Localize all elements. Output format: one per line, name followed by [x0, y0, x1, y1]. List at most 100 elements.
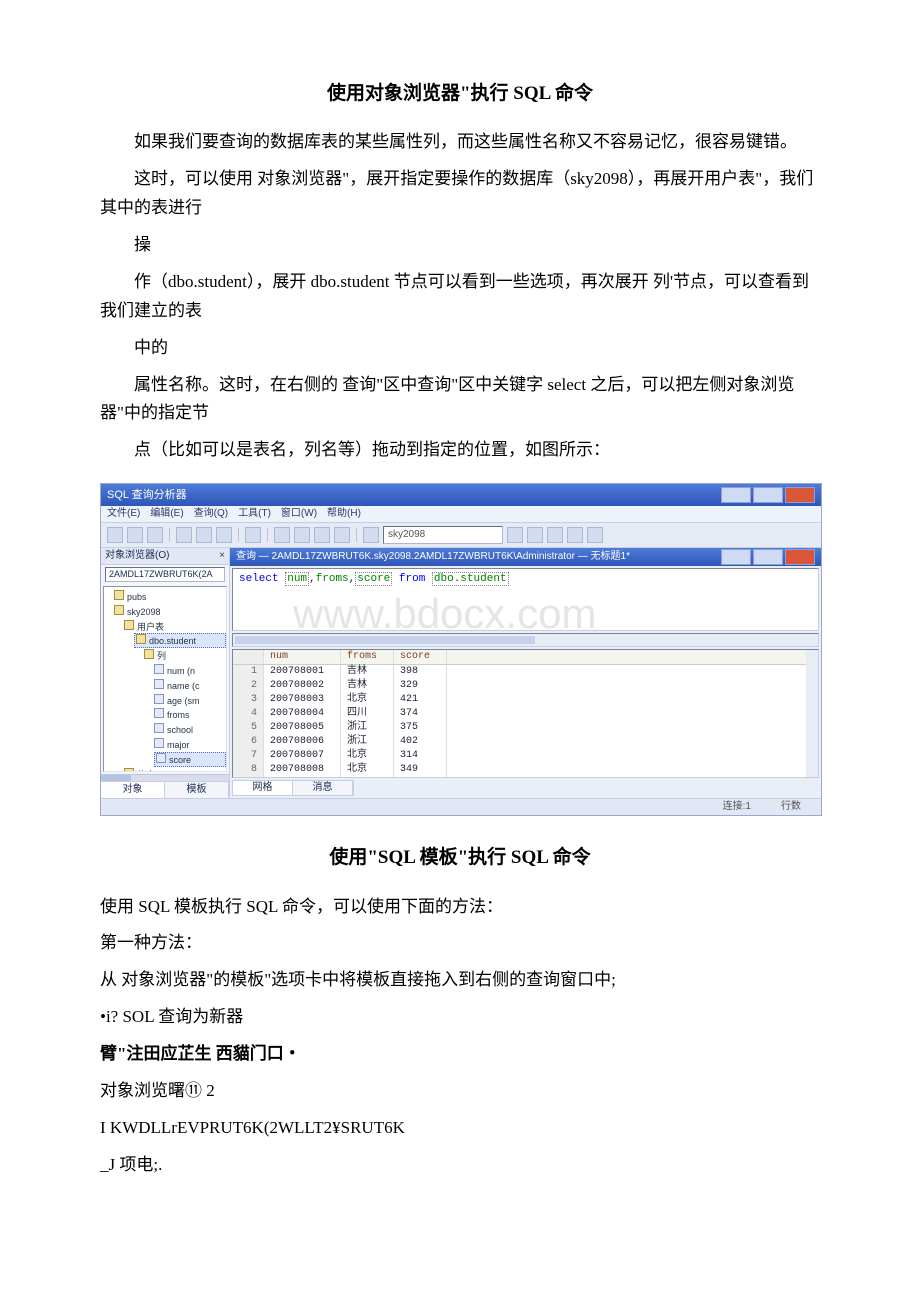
tree-scrollbar[interactable]: [101, 774, 229, 781]
toolbar: sky2098: [101, 523, 821, 548]
cut-icon[interactable]: [176, 527, 192, 543]
menu-tools[interactable]: 工具(T): [238, 508, 271, 520]
tree-column[interactable]: froms: [154, 707, 226, 722]
window-icon[interactable]: [567, 527, 583, 543]
text-icon[interactable]: [527, 527, 543, 543]
paste-icon[interactable]: [216, 527, 232, 543]
document-title: 查询 — 2AMDL17ZWBRUT6K.sky2098.2AMDL17ZWBR…: [236, 551, 630, 563]
tree-column[interactable]: age (sm: [154, 693, 226, 708]
para-4: 作（dbo.student），展开 dbo.student 节点可以看到一些选项…: [100, 268, 820, 326]
editor-pane: 查询 — 2AMDL17ZWBRUT6K.sky2098.2AMDL17ZWBR…: [230, 548, 821, 798]
object-tree[interactable]: pubs sky2098 用户表 dbo.student 列 num (n: [103, 586, 227, 772]
tree-node-db[interactable]: sky2098: [114, 604, 226, 619]
save-icon[interactable]: [127, 527, 143, 543]
database-select[interactable]: sky2098: [383, 526, 503, 544]
object-browser-title: 对象浏览器(O): [105, 550, 169, 562]
para-14: I KWDLLrEVPRUT6K(2WLLT2¥SRUT6K: [100, 1114, 820, 1143]
doc-maximize-icon[interactable]: [753, 549, 783, 565]
undo-icon[interactable]: [245, 527, 261, 543]
execute-icon[interactable]: [274, 527, 290, 543]
tree-node-table[interactable]: dbo.student: [134, 633, 226, 648]
editor-scrollbar[interactable]: [232, 633, 819, 647]
para-10: 从 对象浏览器"的模板"选项卡中将模板直接拖入到右侧的查询窗口中;: [100, 966, 820, 995]
table-row[interactable]: 7200708007北京314: [233, 749, 806, 763]
copy-icon[interactable]: [196, 527, 212, 543]
connection-select[interactable]: 2AMDL17ZWBRUT6K(2A: [105, 567, 225, 582]
close-pane-icon[interactable]: ×: [219, 550, 225, 562]
para-3: 操: [100, 231, 820, 260]
menu-window[interactable]: 窗口(W): [281, 508, 317, 520]
grid-icon[interactable]: [507, 527, 523, 543]
object-browser-tabs: 对象 模板: [101, 781, 229, 798]
para-11: •i? SOL 查询为新器: [100, 1003, 820, 1032]
tree-column[interactable]: school: [154, 722, 226, 737]
sql-text[interactable]: select num,froms,score from dbo.student: [233, 569, 818, 590]
window-title: SQL 查询分析器: [107, 489, 187, 502]
table-row[interactable]: 4200708004四川374: [233, 707, 806, 721]
menu-help[interactable]: 帮助(H): [327, 508, 361, 520]
menubar[interactable]: 文件(E) 编辑(E) 查询(Q) 工具(T) 窗口(W) 帮助(H): [101, 506, 821, 523]
toolbar-separator: [356, 528, 357, 542]
tree-column[interactable]: num (n: [154, 663, 226, 678]
sql-editor[interactable]: select num,froms,score from dbo.student …: [232, 568, 819, 631]
doc-minimize-icon[interactable]: [721, 549, 751, 565]
folder-icon[interactable]: [147, 527, 163, 543]
close-icon[interactable]: [785, 487, 815, 503]
check-icon[interactable]: [314, 527, 330, 543]
maximize-icon[interactable]: [753, 487, 783, 503]
table-row[interactable]: 5200708005浙江375: [233, 721, 806, 735]
open-icon[interactable]: [107, 527, 123, 543]
document-titlebar[interactable]: 查询 — 2AMDL17ZWBRUT6K.sky2098.2AMDL17ZWBR…: [230, 548, 821, 566]
para-6: 属性名称。这时，在右侧的 查询"区中查询"区中关键字 select 之后，可以把…: [100, 371, 820, 429]
table-row[interactable]: 1200708001吉林398: [233, 665, 806, 679]
heading-sql-template: 使用"SQL 模板"执行 SQL 命令: [100, 842, 820, 874]
table-row[interactable]: 3200708003北京421: [233, 693, 806, 707]
tree-column[interactable]: major: [154, 737, 226, 752]
status-connections: 连接:1: [723, 801, 751, 813]
stop-icon[interactable]: [294, 527, 310, 543]
col-header[interactable]: froms: [341, 650, 394, 664]
tab-grid[interactable]: 网格: [233, 781, 293, 795]
results-tabs: 网格 消息: [232, 780, 354, 796]
db-icon[interactable]: [363, 527, 379, 543]
para-1: 如果我们要查询的数据库表的某些属性列，而这些属性名称又不容易记忆，很容易键错。: [100, 128, 820, 157]
object-browser-pane: 对象浏览器(O) × 2AMDL17ZWBRUT6K(2A pubs sky20…: [101, 548, 230, 798]
para-9: 第一种方法：: [100, 929, 820, 958]
tree-node-usertables[interactable]: 用户表: [124, 619, 226, 634]
window-titlebar[interactable]: SQL 查询分析器: [101, 484, 821, 506]
menu-file[interactable]: 文件(E): [107, 508, 140, 520]
help-icon[interactable]: [587, 527, 603, 543]
para-8: 使用 SQL 模板执行 SQL 命令，可以使用下面的方法：: [100, 893, 820, 922]
tree-column[interactable]: score: [154, 752, 226, 767]
config-icon[interactable]: [547, 527, 563, 543]
para-7: 点（比如可以是表名，列名等）拖动到指定的位置，如图所示：: [100, 436, 820, 465]
menu-query[interactable]: 查询(Q): [194, 508, 228, 520]
toolbar-separator: [238, 528, 239, 542]
results-scrollbar[interactable]: [806, 650, 818, 777]
tree-column[interactable]: name (c: [154, 678, 226, 693]
tree-node-db[interactable]: pubs: [114, 589, 226, 604]
tab-objects[interactable]: 对象: [101, 782, 165, 798]
table-row[interactable]: 6200708006浙江402: [233, 735, 806, 749]
col-header[interactable]: score: [394, 650, 447, 664]
para-2: 这时，可以使用 对象浏览器"，展开指定要操作的数据库（sky2098），再展开用…: [100, 165, 820, 223]
table-row[interactable]: 8200708008北京349: [233, 763, 806, 777]
play-icon[interactable]: [334, 527, 350, 543]
grid-header: num froms score: [233, 650, 806, 665]
minimize-icon[interactable]: [721, 487, 751, 503]
tab-templates[interactable]: 模板: [165, 782, 229, 798]
para-5: 中的: [100, 334, 820, 363]
client-area: 对象浏览器(O) × 2AMDL17ZWBRUT6K(2A pubs sky20…: [101, 548, 821, 798]
doc-close-icon[interactable]: [785, 549, 815, 565]
menu-edit[interactable]: 编辑(E): [150, 508, 183, 520]
statusbar: 连接:1 行数: [101, 798, 821, 815]
grid[interactable]: num froms score 1200708001吉林398220070800…: [233, 650, 806, 777]
tree-node[interactable]: 约束: [124, 767, 226, 773]
para-13: 对象浏览曙⑪ 2: [100, 1077, 820, 1106]
col-header[interactable]: num: [264, 650, 341, 664]
document-page: 使用对象浏览器"执行 SQL 命令 如果我们要查询的数据库表的某些属性列，而这些…: [0, 0, 920, 1228]
table-row[interactable]: 2200708002吉林329: [233, 679, 806, 693]
tree-node-columns[interactable]: 列: [144, 648, 226, 663]
heading-object-browser: 使用对象浏览器"执行 SQL 命令: [100, 78, 820, 110]
tab-messages[interactable]: 消息: [293, 781, 353, 795]
